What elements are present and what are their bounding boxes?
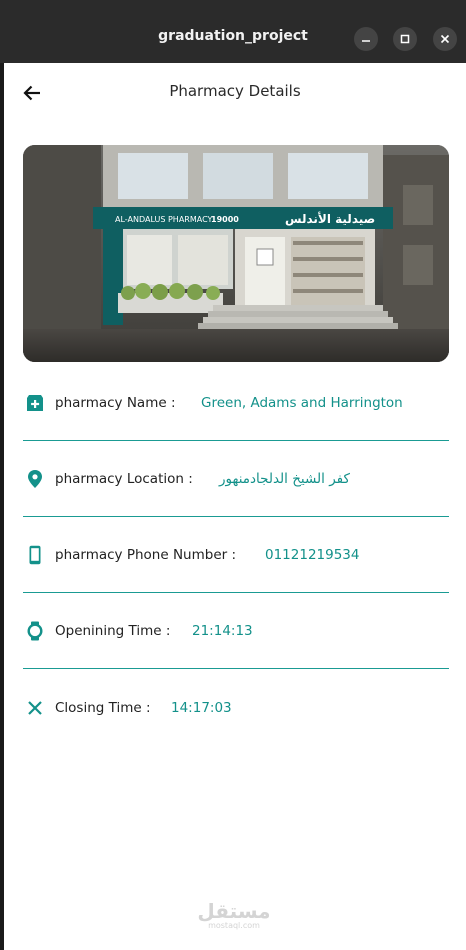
add-business-icon xyxy=(27,395,43,411)
detail-row-name: pharmacy Name : Green, Adams and Harring… xyxy=(23,365,449,441)
window-titlebar: graduation_project xyxy=(0,0,466,63)
close-window-button[interactable] xyxy=(433,27,457,51)
opening-time-value: 21:14:13 xyxy=(192,623,253,639)
closing-time-value: 14:17:03 xyxy=(171,700,232,716)
app-bar: Pharmacy Details xyxy=(4,63,466,119)
detail-row-phone: pharmacy Phone Number : 01121219534 xyxy=(23,517,449,593)
close-icon xyxy=(440,34,450,44)
maximize-button[interactable] xyxy=(393,27,417,51)
pharmacy-location-value: كفر الشيخ الدلجادمنهور xyxy=(219,471,350,487)
pharmacy-name-label: pharmacy Name : xyxy=(55,395,176,411)
closing-time-label: Closing Time : xyxy=(55,700,151,716)
page-title: Pharmacy Details xyxy=(169,82,301,100)
pharmacy-phone-value: 01121219534 xyxy=(265,547,360,563)
minimize-icon xyxy=(362,40,370,42)
sign-number-text: 19000 xyxy=(211,215,239,224)
watermark-arabic: مستقل xyxy=(197,899,271,923)
maximize-icon xyxy=(400,34,410,44)
opening-time-label: Openining Time : xyxy=(55,623,171,639)
sign-latin-text: AL-ANDALUS PHARMACY xyxy=(115,215,213,224)
minimize-button[interactable] xyxy=(354,27,378,51)
detail-row-location: pharmacy Location : كفر الشيخ الدلجادمنه… xyxy=(23,441,449,517)
detail-row-closing: Closing Time : 14:17:03 xyxy=(23,670,449,746)
pharmacy-photo: AL-ANDALUS PHARMACY 19000 صيدلية الأندلس xyxy=(23,145,449,362)
pharmacy-name-value: Green, Adams and Harrington xyxy=(201,395,403,411)
phone-icon xyxy=(29,545,41,565)
detail-row-opening: Openining Time : 21:14:13 xyxy=(23,593,449,669)
close-x-icon xyxy=(28,701,42,715)
location-pin-icon xyxy=(28,470,42,488)
divider xyxy=(23,668,449,669)
pharmacy-location-label: pharmacy Location : xyxy=(55,471,193,487)
mostaql-watermark: مستقل mostaql.com xyxy=(194,901,274,931)
sign-arabic-text: صيدلية الأندلس xyxy=(285,211,375,226)
app-screen: Pharmacy Details AL-ANDALUS PHARMACY 190… xyxy=(4,63,466,950)
watch-icon xyxy=(27,621,43,641)
pharmacy-phone-label: pharmacy Phone Number : xyxy=(55,547,237,563)
